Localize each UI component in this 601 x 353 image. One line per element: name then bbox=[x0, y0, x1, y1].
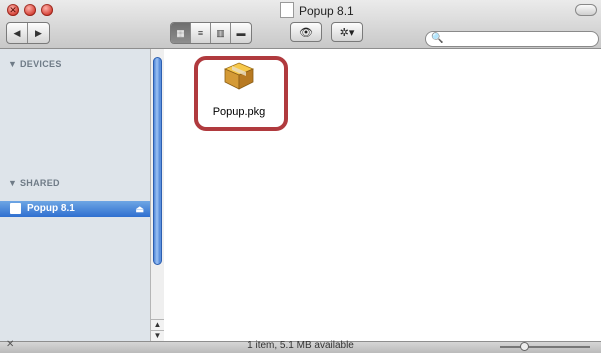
file-area: Popup.pkg bbox=[164, 49, 601, 341]
finder-window: ✕ Popup 8.1 ◀ ▶ ▦ ≡ ▥ ▬ 👁 ✲▾ 🔍 ▼ DEVICES bbox=[0, 0, 601, 353]
back-arrow-icon: ◀ bbox=[13, 27, 21, 38]
status-bar: ✕ 1 item, 5.1 MB available bbox=[0, 339, 601, 353]
gear-icon: ✲▾ bbox=[339, 26, 355, 39]
disk-image-icon bbox=[10, 203, 21, 214]
list-view-button[interactable]: ≡ bbox=[191, 23, 211, 43]
devices-header[interactable]: ▼ DEVICES bbox=[8, 59, 62, 69]
scroll-up-arrow[interactable]: ▲ bbox=[151, 319, 164, 330]
window-title: Popup 8.1 bbox=[280, 2, 354, 20]
close-icon: ✕ bbox=[9, 5, 17, 15]
column-view-button[interactable]: ▥ bbox=[211, 23, 231, 43]
zoom-button[interactable] bbox=[41, 4, 53, 16]
sidebar-scrollbar[interactable]: ▲ ▼ bbox=[150, 49, 164, 353]
zoom-icon bbox=[41, 4, 53, 16]
volume-icon bbox=[280, 2, 294, 18]
column-view-icon: ▥ bbox=[216, 27, 225, 38]
list-view-icon: ≡ bbox=[197, 28, 204, 38]
minimize-icon bbox=[24, 4, 36, 16]
sidebar: ▼ DEVICES Popup 8.1 ⏏ ▼ SHARED bbox=[0, 49, 150, 353]
package-icon bbox=[223, 62, 255, 90]
slider-knob[interactable] bbox=[520, 342, 529, 351]
eye-icon: 👁 bbox=[299, 26, 313, 39]
icon-size-slider[interactable] bbox=[500, 342, 590, 351]
view-mode-group: ▦ ≡ ▥ ▬ bbox=[170, 22, 252, 44]
minimize-button[interactable] bbox=[24, 4, 36, 16]
title-toolbar: ✕ Popup 8.1 ◀ ▶ ▦ ≡ ▥ ▬ 👁 ✲▾ 🔍 bbox=[0, 0, 601, 49]
forward-arrow-icon: ▶ bbox=[35, 27, 42, 38]
close-button[interactable]: ✕ bbox=[7, 4, 19, 16]
toolbar-toggle-button[interactable] bbox=[575, 4, 597, 16]
cover-flow-button[interactable]: ▬ bbox=[231, 23, 251, 43]
cover-flow-icon: ▬ bbox=[236, 28, 246, 38]
sidebar-item-label: Popup 8.1 bbox=[27, 203, 75, 214]
icon-view-button[interactable]: ▦ bbox=[171, 23, 191, 43]
back-forward-group: ◀ ▶ bbox=[6, 22, 50, 44]
eject-icon[interactable]: ⏏ bbox=[135, 201, 144, 217]
search-input[interactable] bbox=[444, 33, 594, 45]
icon-view-icon: ▦ bbox=[176, 27, 185, 38]
scrollbar-thumb[interactable] bbox=[153, 57, 162, 265]
sidebar-item-popup-volume[interactable]: Popup 8.1 ⏏ bbox=[0, 201, 150, 217]
search-icon: 🔍 bbox=[431, 33, 444, 44]
quick-look-button[interactable]: 👁 bbox=[290, 22, 322, 42]
file-item[interactable]: Popup.pkg bbox=[194, 55, 284, 127]
shared-header[interactable]: ▼ SHARED bbox=[8, 178, 60, 188]
window-title-text: Popup 8.1 bbox=[299, 4, 354, 18]
back-button[interactable]: ◀ bbox=[7, 23, 28, 43]
file-name: Popup.pkg bbox=[212, 106, 266, 118]
action-menu-button[interactable]: ✲▾ bbox=[331, 22, 363, 42]
forward-button[interactable]: ▶ bbox=[28, 23, 49, 43]
search-field[interactable]: 🔍 bbox=[425, 31, 599, 47]
